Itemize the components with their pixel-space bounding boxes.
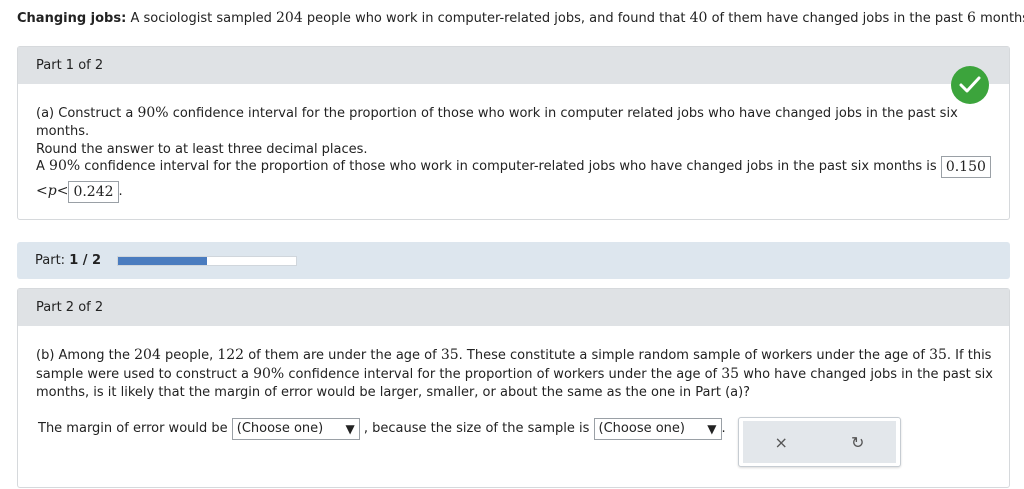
answer-text: confidence interval for the proportion o…: [80, 159, 941, 174]
answer-tools: × ↻: [738, 417, 901, 467]
answer-pct: 90%: [49, 158, 81, 174]
select-value: (Choose one): [598, 420, 685, 436]
dropdown-arrow-icon: ▼: [707, 421, 717, 436]
question-text: . If this: [946, 348, 992, 363]
part2-header-label: Part 2 of 2: [36, 300, 104, 315]
problem-intro: Changing jobs: A sociologist sampled 204…: [17, 10, 1024, 26]
intro-count: 40: [689, 10, 708, 26]
correct-check-icon: [951, 66, 989, 104]
question-text: of them are under the age of: [244, 348, 441, 363]
progress-prefix: Part:: [35, 253, 70, 268]
upper-bound-input[interactable]: 0.242: [68, 180, 119, 203]
question-pct: 90%: [137, 105, 169, 121]
intro-text: of them have changed jobs in the past: [707, 11, 968, 26]
part2-question: (b) Among the 204 people, 122 of them ar…: [36, 346, 996, 402]
question-text: people,: [160, 348, 218, 363]
question-text: sample were used to construct a: [36, 367, 254, 382]
progress-fill: [118, 256, 208, 265]
answer-text: A: [36, 159, 50, 174]
part-progress: Part: 1 / 2: [17, 242, 1010, 279]
intro-months: 6: [967, 10, 976, 26]
progress-label: Part: 1 / 2: [35, 253, 101, 268]
question-number: 35: [929, 347, 947, 363]
part1-header: Part 1 of 2: [18, 47, 1009, 84]
answer-period: .: [118, 184, 123, 199]
answer-period: .: [721, 421, 726, 436]
question-pct: 90%: [253, 366, 285, 382]
answer-text: The margin of error would be: [38, 421, 232, 436]
part1-question: (a) Construct a 90% confidence interval …: [36, 104, 996, 159]
question-number: 35: [721, 366, 740, 382]
part1-card: Part 1 of 2 (a) Construct a 90% confiden…: [17, 46, 1010, 220]
clear-icon[interactable]: ×: [766, 427, 796, 457]
question-number: 204: [134, 347, 161, 363]
question-text: who have changed jobs in the past six: [739, 367, 993, 382]
part2-header: Part 2 of 2: [18, 289, 1009, 326]
question-text: confidence interval for the proportion o…: [36, 106, 958, 139]
progress-bar: [117, 255, 298, 266]
progress-value: 1 / 2: [69, 253, 102, 268]
lower-bound-input[interactable]: 0.150: [940, 155, 991, 178]
margin-error-select[interactable]: (Choose one) ▼: [231, 417, 360, 440]
undo-icon[interactable]: ↻: [843, 427, 873, 457]
intro-text: A sociologist sampled: [126, 11, 276, 26]
answer-tools-inner: × ↻: [743, 421, 896, 463]
answer-text: , because the size of the sample is: [359, 421, 594, 436]
sample-size-select[interactable]: (Choose one) ▼: [593, 417, 722, 440]
dropdown-arrow-icon: ▼: [345, 421, 355, 436]
question-text: months, is it likely that the margin of …: [36, 385, 751, 400]
question-text: (a) Construct a: [36, 106, 138, 121]
question-text: . These constitute a simple random sampl…: [458, 348, 930, 363]
inequality-symbol: <p<: [36, 183, 69, 199]
question-number: 122: [217, 347, 245, 363]
intro-sample-size: 204: [276, 10, 303, 26]
select-value: (Choose one): [236, 420, 324, 436]
part2-answer: The margin of error would be (Choose one…: [38, 417, 726, 441]
intro-text: months.: [980, 11, 1024, 26]
question-text: (b) Among the: [36, 348, 135, 363]
part1-header-label: Part 1 of 2: [36, 58, 104, 73]
part1-answer: A 90% confidence interval for the propor…: [36, 154, 996, 204]
intro-text: people who work in computer-related jobs…: [302, 11, 690, 26]
problem-title: Changing jobs:: [17, 11, 127, 26]
question-number: 35: [440, 347, 459, 363]
question-text: confidence interval for the proportion o…: [284, 367, 722, 382]
